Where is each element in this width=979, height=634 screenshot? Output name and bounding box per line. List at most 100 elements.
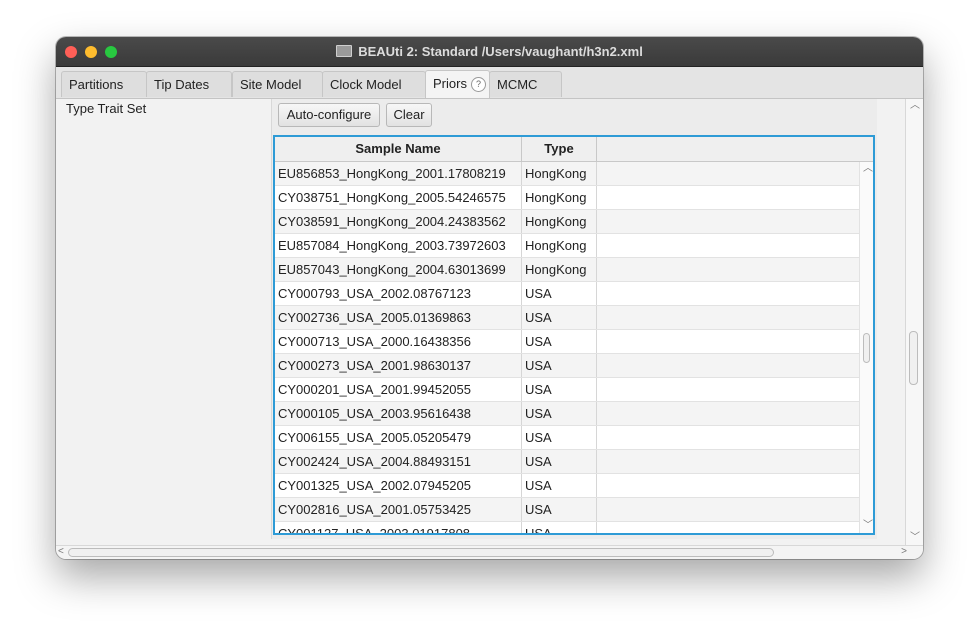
table-row[interactable]: CY001325_USA_2002.07945205 USA — [275, 474, 859, 498]
empty-cell[interactable] — [597, 306, 859, 329]
type-cell[interactable]: USA — [522, 402, 597, 425]
empty-cell[interactable] — [597, 210, 859, 233]
type-cell[interactable]: USA — [522, 282, 597, 305]
empty-cell[interactable] — [597, 354, 859, 377]
sample-name-cell[interactable]: CY002736_USA_2005.01369863 — [275, 306, 522, 329]
column-header-type[interactable]: Type — [522, 137, 597, 161]
empty-cell[interactable] — [597, 186, 859, 209]
trait-editor-panel: Auto-configure Clear Sample Name Type EU… — [271, 99, 877, 539]
panel-scroll-thumb[interactable] — [909, 331, 918, 386]
help-icon[interactable]: ? — [470, 77, 486, 92]
scroll-down-icon[interactable]: ﹀ — [910, 533, 920, 543]
sample-name-cell[interactable]: CY038591_HongKong_2004.24383562 — [275, 210, 522, 233]
scroll-right-icon[interactable]: > — [901, 547, 907, 557]
type-cell[interactable]: HongKong — [522, 186, 597, 209]
horizontal-scrollbar[interactable]: < > — [56, 545, 923, 559]
scroll-left-icon[interactable]: < — [58, 547, 64, 557]
trait-table[interactable]: Sample Name Type EU856853_HongKong_2001.… — [273, 135, 875, 535]
tab-partitions[interactable]: Partitions — [61, 71, 147, 97]
table-row[interactable]: CY000201_USA_2001.99452055 USA — [275, 378, 859, 402]
table-row[interactable]: CY006155_USA_2005.05205479 USA — [275, 426, 859, 450]
table-row[interactable]: CY000273_USA_2001.98630137 USA — [275, 354, 859, 378]
type-cell[interactable]: USA — [522, 498, 597, 521]
scroll-down-icon[interactable]: ﹀ — [863, 521, 873, 531]
type-cell[interactable]: USA — [522, 522, 597, 533]
sample-name-cell[interactable]: CY000201_USA_2001.99452055 — [275, 378, 522, 401]
type-cell[interactable]: USA — [522, 426, 597, 449]
empty-cell[interactable] — [597, 426, 859, 449]
sample-name-cell[interactable]: CY000105_USA_2003.95616438 — [275, 402, 522, 425]
empty-cell[interactable] — [597, 474, 859, 497]
sample-name-cell[interactable]: CY002816_USA_2001.05753425 — [275, 498, 522, 521]
type-cell[interactable]: USA — [522, 474, 597, 497]
sample-name-cell[interactable]: CY006155_USA_2005.05205479 — [275, 426, 522, 449]
empty-cell[interactable] — [597, 330, 859, 353]
scroll-up-icon[interactable]: ︿ — [863, 164, 873, 174]
tab-label: Priors — [433, 76, 467, 91]
type-trait-set-label[interactable]: Type Trait Set — [66, 101, 146, 116]
empty-cell[interactable] — [597, 282, 859, 305]
type-cell[interactable]: USA — [522, 450, 597, 473]
table-row[interactable]: EU857084_HongKong_2003.73972603 HongKong — [275, 234, 859, 258]
type-cell[interactable]: HongKong — [522, 234, 597, 257]
panel-vertical-scrollbar[interactable]: ︿ ﹀ — [905, 99, 923, 545]
title-bar[interactable]: BEAUti 2: Standard /Users/vaughant/h3n2.… — [56, 37, 923, 67]
sample-name-cell[interactable]: EU856853_HongKong_2001.17808219 — [275, 162, 522, 185]
sample-name-cell[interactable]: CY002424_USA_2004.88493151 — [275, 450, 522, 473]
app-window: BEAUti 2: Standard /Users/vaughant/h3n2.… — [56, 37, 923, 559]
trait-list-panel: Type Trait Set — [56, 99, 271, 545]
tab-mcmc[interactable]: MCMC — [489, 71, 562, 97]
sample-name-cell[interactable]: CY000713_USA_2000.16438356 — [275, 330, 522, 353]
type-cell[interactable]: HongKong — [522, 258, 597, 281]
tab-priors[interactable]: Priors? — [425, 70, 490, 98]
table-vertical-scrollbar[interactable]: ︿ ﹀ — [859, 162, 873, 533]
type-cell[interactable]: USA — [522, 354, 597, 377]
table-row[interactable]: CY000713_USA_2000.16438356 USA — [275, 330, 859, 354]
type-cell[interactable]: USA — [522, 306, 597, 329]
sample-name-cell[interactable]: CY038751_HongKong_2005.54246575 — [275, 186, 522, 209]
clear-button[interactable]: Clear — [386, 103, 432, 127]
table-header: Sample Name Type — [275, 137, 873, 162]
auto-configure-button[interactable]: Auto-configure — [278, 103, 380, 127]
sample-name-cell[interactable]: CY000793_USA_2002.08767123 — [275, 282, 522, 305]
empty-cell[interactable] — [597, 402, 859, 425]
empty-cell[interactable] — [597, 258, 859, 281]
table-row[interactable]: EU857043_HongKong_2004.63013699 HongKong — [275, 258, 859, 282]
table-row[interactable]: CY002816_USA_2001.05753425 USA — [275, 498, 859, 522]
empty-cell[interactable] — [597, 378, 859, 401]
tab-label: Site Model — [240, 77, 302, 92]
sample-name-cell[interactable]: CY001127_USA_2003.01917808 — [275, 522, 522, 533]
empty-cell[interactable] — [597, 522, 859, 533]
tab-site-model[interactable]: Site Model — [232, 71, 323, 97]
table-row[interactable]: EU856853_HongKong_2001.17808219 HongKong — [275, 162, 859, 186]
table-row[interactable]: CY000105_USA_2003.95616438 USA — [275, 402, 859, 426]
table-row[interactable]: CY002424_USA_2004.88493151 USA — [275, 450, 859, 474]
empty-cell[interactable] — [597, 498, 859, 521]
type-cell[interactable]: HongKong — [522, 210, 597, 233]
column-header-sample-name[interactable]: Sample Name — [275, 137, 522, 161]
window-title: BEAUti 2: Standard /Users/vaughant/h3n2.… — [56, 37, 923, 66]
table-row[interactable]: CY001127_USA_2003.01917808USA — [275, 522, 859, 533]
table-scroll-thumb[interactable] — [863, 332, 870, 363]
horizontal-scroll-thumb[interactable] — [68, 548, 774, 557]
table-row[interactable]: CY000793_USA_2002.08767123 USA — [275, 282, 859, 306]
table-row[interactable]: CY002736_USA_2005.01369863 USA — [275, 306, 859, 330]
tab-tip-dates[interactable]: Tip Dates — [146, 71, 232, 97]
type-cell[interactable]: USA — [522, 330, 597, 353]
sample-name-cell[interactable]: CY000273_USA_2001.98630137 — [275, 354, 522, 377]
tab-label: Partitions — [69, 77, 124, 92]
type-cell[interactable]: HongKong — [522, 162, 597, 185]
empty-cell[interactable] — [597, 450, 859, 473]
empty-cell[interactable] — [597, 234, 859, 257]
sample-name-cell[interactable]: CY001325_USA_2002.07945205 — [275, 474, 522, 497]
empty-cell[interactable] — [597, 162, 859, 185]
table-row[interactable]: CY038751_HongKong_2005.54246575 HongKong — [275, 186, 859, 210]
priors-content: Type Trait Set Auto-configure Clear Samp… — [56, 99, 923, 545]
sample-name-cell[interactable]: EU857043_HongKong_2004.63013699 — [275, 258, 522, 281]
sample-name-cell[interactable]: EU857084_HongKong_2003.73972603 — [275, 234, 522, 257]
tab-clock-model[interactable]: Clock Model — [322, 71, 426, 97]
table-body: EU856853_HongKong_2001.17808219 HongKong C… — [275, 162, 859, 533]
type-cell[interactable]: USA — [522, 378, 597, 401]
scroll-up-icon[interactable]: ︿ — [910, 101, 920, 111]
table-row[interactable]: CY038591_HongKong_2004.24383562 HongKong — [275, 210, 859, 234]
